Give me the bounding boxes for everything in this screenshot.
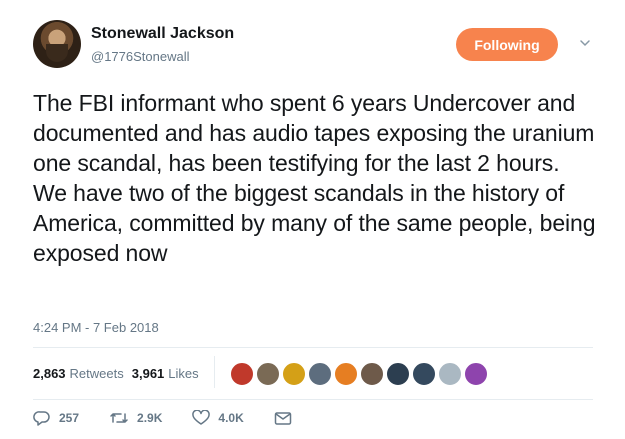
likes-label[interactable]: Likes	[168, 366, 198, 381]
author-display-name[interactable]: Stonewall Jackson	[91, 25, 234, 43]
stats-separator	[214, 356, 215, 388]
likes-count[interactable]: 3,961	[132, 366, 165, 381]
following-button[interactable]: Following	[456, 28, 558, 61]
liker-avatar[interactable]	[464, 362, 488, 386]
liker-avatar[interactable]	[412, 362, 436, 386]
retweet-icon	[110, 413, 128, 423]
retweets-count[interactable]: 2,863	[33, 366, 66, 381]
liker-avatar[interactable]	[282, 362, 306, 386]
reply-button[interactable]: 257	[33, 410, 79, 426]
like-count: 4.0K	[218, 411, 244, 425]
heart-icon	[192, 410, 211, 425]
divider	[33, 347, 593, 348]
liker-avatar[interactable]	[308, 362, 332, 386]
tweet-actions: 257 2.9K 4.0K	[33, 410, 330, 426]
liker-avatar[interactable]	[386, 362, 410, 386]
tweet-timestamp[interactable]: 4:24 PM - 7 Feb 2018	[33, 320, 159, 335]
liker-avatar[interactable]	[334, 362, 358, 386]
tweet-text: The FBI informant who spent 6 years Unde…	[33, 90, 596, 266]
liker-avatar[interactable]	[256, 362, 280, 386]
likers-avatars	[230, 362, 490, 386]
avatar-beard	[46, 44, 68, 62]
envelope-icon	[274, 412, 291, 425]
tweet-stats: 2,863 Retweets 3,961 Likes	[33, 366, 199, 381]
reply-count: 257	[59, 411, 80, 425]
tweet-card: Stonewall Jackson @1776Stonewall Followi…	[0, 0, 625, 439]
reply-icon	[33, 411, 50, 426]
liker-avatar[interactable]	[360, 362, 384, 386]
chevron-down-icon[interactable]	[578, 36, 592, 50]
liker-avatar[interactable]	[230, 362, 254, 386]
divider	[33, 399, 593, 400]
direct-message-button[interactable]	[274, 410, 300, 426]
retweets-label[interactable]: Retweets	[70, 366, 124, 381]
liker-avatar[interactable]	[438, 362, 462, 386]
author-avatar[interactable]	[33, 20, 81, 68]
retweet-count: 2.9K	[137, 411, 163, 425]
author-handle[interactable]: @1776Stonewall	[91, 49, 189, 64]
like-button[interactable]: 4.0K	[192, 410, 244, 426]
retweet-button[interactable]: 2.9K	[109, 410, 162, 426]
